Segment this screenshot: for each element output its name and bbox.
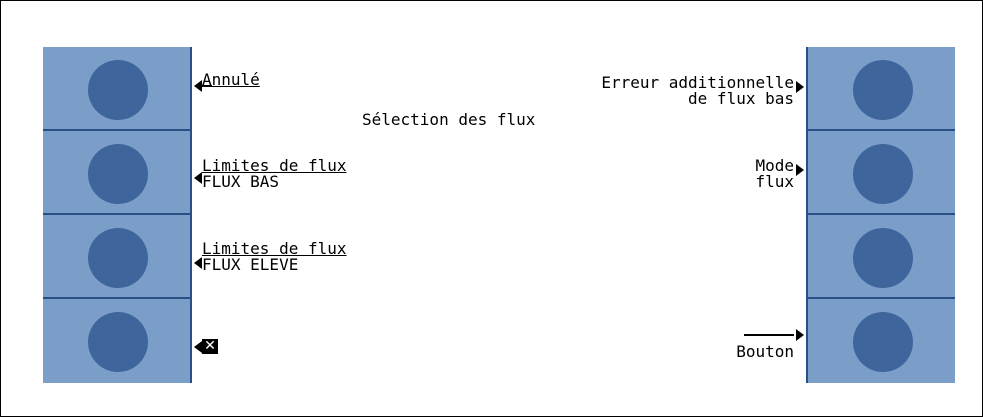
lcd-screen: Annulé Erreur additionnelle de flux bas … [192, 47, 806, 383]
flow-limits-low-line2[interactable]: FLUX BAS [202, 173, 279, 191]
button-label[interactable]: Bouton [736, 343, 794, 361]
right-softkey-2[interactable] [808, 131, 955, 215]
softkey-circle [853, 312, 913, 372]
left-softkey-column [43, 47, 192, 383]
left-softkey-4[interactable] [43, 299, 190, 383]
arrow-left-icon [194, 341, 202, 353]
softkey-circle [88, 144, 148, 204]
left-softkey-3[interactable] [43, 215, 190, 299]
softkey-circle [853, 228, 913, 288]
cancel-label[interactable]: Annulé [202, 71, 260, 89]
arrow-right-icon [796, 164, 804, 176]
right-softkey-column [806, 47, 955, 383]
left-softkey-2[interactable] [43, 131, 190, 215]
arrow-shaft [744, 334, 794, 336]
right-softkey-1[interactable] [808, 47, 955, 131]
softkey-circle [88, 228, 148, 288]
arrow-left-icon [194, 257, 202, 269]
device-panel: Annulé Erreur additionnelle de flux bas … [43, 47, 955, 383]
close-box-icon[interactable]: ✕ [202, 339, 218, 354]
arrow-right-icon [796, 329, 804, 341]
softkey-circle [88, 312, 148, 372]
arrow-right-icon [796, 81, 804, 93]
page-title: Sélection des flux [362, 110, 536, 129]
left-softkey-1[interactable] [43, 47, 190, 131]
additional-error-label-line2[interactable]: de flux bas [688, 90, 794, 108]
softkey-circle [853, 144, 913, 204]
right-softkey-4[interactable] [808, 299, 955, 383]
softkey-circle [853, 60, 913, 120]
flow-mode-line2[interactable]: flux [755, 173, 794, 191]
flow-limits-high-line2[interactable]: FLUX ELEVE [202, 256, 298, 274]
arrow-left-icon [194, 172, 202, 184]
right-softkey-3[interactable] [808, 215, 955, 299]
softkey-circle [88, 60, 148, 120]
